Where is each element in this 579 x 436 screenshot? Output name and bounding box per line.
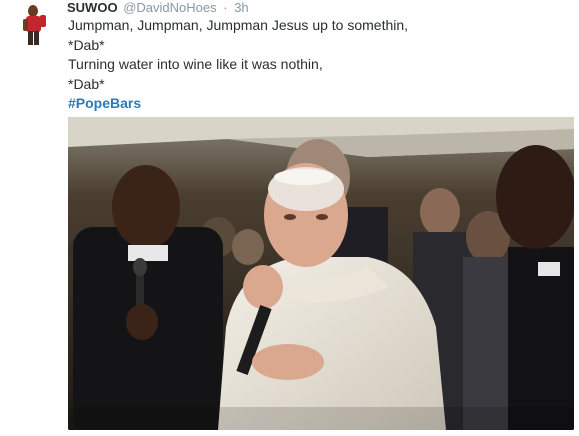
tweet-line: Jumpman, Jumpman, Jumpman Jesus up to so… — [68, 17, 409, 33]
tweet-line: *Dab* — [68, 75, 105, 92]
avatar-image — [20, 3, 48, 47]
tweet-line: Turning water into wine like it was noth… — [68, 56, 323, 72]
avatar[interactable] — [20, 3, 48, 47]
photo-image — [68, 117, 574, 430]
separator-dot: · — [223, 0, 228, 15]
tweet-header: SUWOO @DavidNoHoes · 3h — [67, 0, 249, 16]
tweet-text: Jumpman, Jumpman, Jumpman Jesus up to so… — [68, 16, 568, 114]
hashtag-link[interactable]: #PopeBars — [68, 94, 568, 114]
timestamp[interactable]: 3h — [234, 0, 248, 15]
display-name[interactable]: SUWOO — [67, 0, 118, 15]
tweet-photo[interactable] — [68, 117, 574, 430]
tweet[interactable]: SUWOO @DavidNoHoes · 3h Jumpman, Jumpman… — [0, 0, 579, 436]
tweet-line: *Dab* — [68, 36, 105, 53]
user-handle[interactable]: @DavidNoHoes — [123, 0, 216, 15]
